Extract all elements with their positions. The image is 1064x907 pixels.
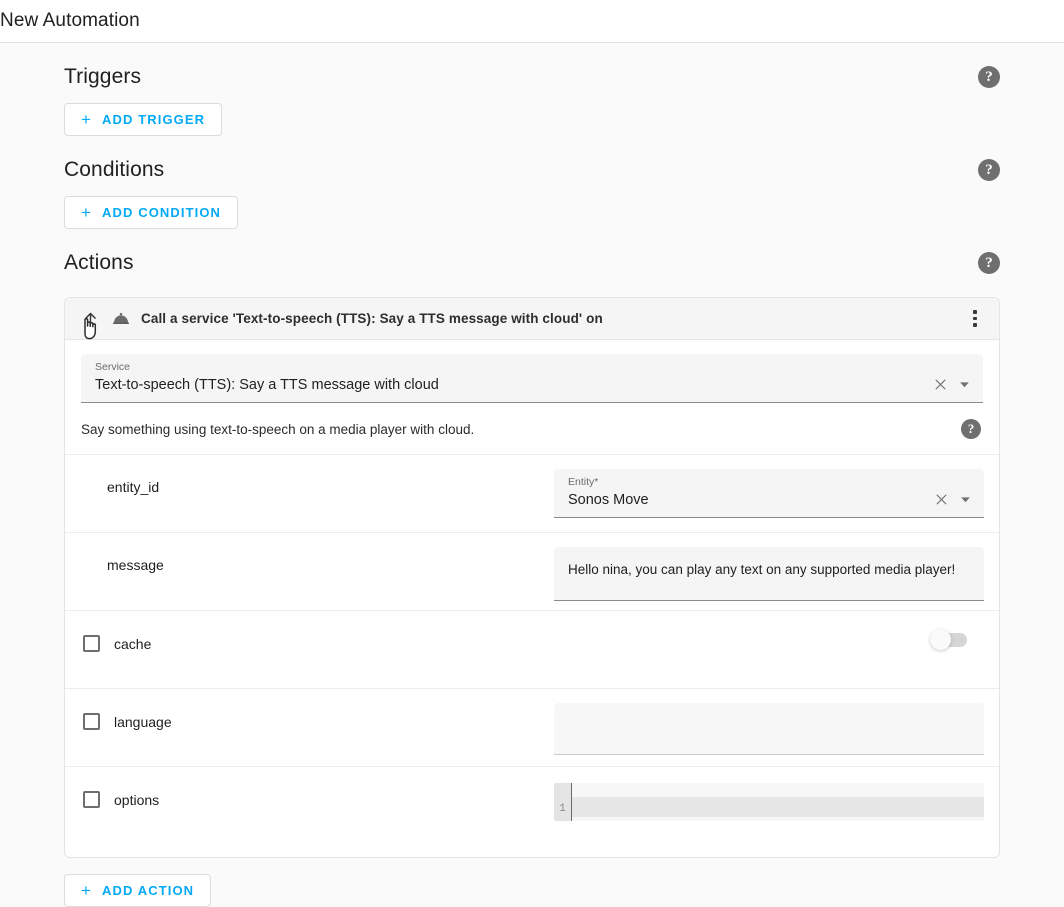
param-name-language: language	[114, 714, 172, 730]
code-content-area[interactable]	[572, 783, 984, 821]
plus-icon: +	[81, 882, 92, 899]
kebab-dot	[973, 310, 977, 314]
entity-field-value: Sonos Move	[568, 491, 924, 510]
actions-heading: Actions	[64, 251, 134, 275]
param-enable-checkbox-options[interactable]	[83, 791, 100, 808]
add-condition-button[interactable]: + ADD CONDITION	[64, 196, 238, 229]
param-enable-checkbox-language[interactable]	[83, 713, 100, 730]
param-label-cell: cache	[79, 611, 554, 652]
param-label-cell: options	[79, 767, 554, 808]
action-card: Call a service 'Text-to-speech (TTS): Sa…	[64, 297, 1000, 858]
add-action-button[interactable]: + ADD ACTION	[64, 874, 211, 907]
toggle-knob	[930, 629, 951, 650]
page-body: Triggers ? + ADD TRIGGER Conditions ? + …	[0, 43, 1064, 903]
entity-field-label: Entity*	[568, 476, 924, 489]
service-field-value: Text-to-speech (TTS): Say a TTS message …	[95, 376, 923, 395]
param-name-cache: cache	[114, 636, 151, 652]
param-control-cell: Hello nina, you can play any text on any…	[554, 533, 985, 601]
plus-icon: +	[81, 111, 92, 128]
entity-field-actions	[934, 492, 972, 510]
language-text-field[interactable]	[554, 703, 984, 755]
param-label-cell: language	[79, 689, 554, 730]
param-name-entity-id: entity_id	[107, 479, 159, 495]
chevron-down-icon[interactable]	[959, 493, 972, 506]
service-field-label: Service	[95, 361, 923, 374]
service-field-zone: Service Text-to-speech (TTS): Say a TTS …	[65, 340, 999, 403]
param-label-cell: message	[79, 533, 554, 573]
add-trigger-button[interactable]: + ADD TRIGGER	[64, 103, 222, 136]
param-control-cell	[554, 611, 985, 647]
conditions-section-header: Conditions ?	[64, 150, 1000, 190]
service-field-actions	[933, 377, 971, 395]
param-row-options: options 1	[65, 767, 999, 857]
triggers-heading: Triggers	[64, 65, 141, 89]
cache-toggle-switch[interactable]	[933, 633, 967, 647]
chevron-down-icon[interactable]	[958, 378, 971, 391]
param-row-cache: cache	[65, 611, 999, 689]
help-circle-icon[interactable]: ?	[961, 419, 981, 439]
arrow-up-icon	[82, 310, 99, 327]
param-enable-checkbox-cache[interactable]	[83, 635, 100, 652]
param-label-cell: entity_id	[79, 455, 554, 495]
param-control-cell	[554, 689, 985, 755]
plus-icon: +	[81, 204, 92, 221]
add-trigger-label: ADD TRIGGER	[102, 112, 205, 127]
collapse-action-button[interactable]	[75, 304, 105, 334]
param-name-message: message	[107, 557, 164, 573]
close-icon[interactable]	[933, 377, 948, 392]
param-row-language: language	[65, 689, 999, 767]
help-circle-icon[interactable]: ?	[978, 159, 1000, 181]
service-dome-icon	[111, 309, 131, 329]
service-description-text: Say something using text-to-speech on a …	[81, 422, 474, 437]
conditions-heading: Conditions	[64, 158, 164, 182]
param-row-message: message Hello nina, you can play any tex…	[65, 533, 999, 611]
add-trigger-wrap: + ADD TRIGGER	[64, 103, 1000, 136]
content-column: Triggers ? + ADD TRIGGER Conditions ? + …	[64, 43, 1000, 907]
options-code-editor[interactable]: 1	[554, 783, 984, 821]
more-vertical-icon[interactable]	[961, 305, 989, 333]
param-row-entity-id: entity_id Entity* Sonos Move	[65, 455, 999, 533]
add-condition-wrap: + ADD CONDITION	[64, 196, 1000, 229]
param-control-cell: 1	[554, 767, 985, 821]
app-bar: New Automation	[0, 0, 1064, 43]
kebab-dot	[973, 323, 977, 327]
service-field-inner: Service Text-to-speech (TTS): Say a TTS …	[95, 361, 923, 395]
close-icon[interactable]	[934, 492, 949, 507]
page-title: New Automation	[0, 10, 140, 32]
add-action-label: ADD ACTION	[102, 883, 194, 898]
param-control-cell: Entity* Sonos Move	[554, 455, 985, 518]
action-card-header: Call a service 'Text-to-speech (TTS): Sa…	[65, 298, 999, 340]
code-gutter-line-number: 1	[554, 783, 572, 821]
add-condition-label: ADD CONDITION	[102, 205, 221, 220]
action-card-title: Call a service 'Text-to-speech (TTS): Sa…	[141, 311, 603, 326]
service-field[interactable]: Service Text-to-speech (TTS): Say a TTS …	[81, 354, 983, 403]
help-circle-icon[interactable]: ?	[978, 252, 1000, 274]
param-name-options: options	[114, 792, 159, 808]
code-active-line-highlight	[572, 797, 984, 817]
entity-field-inner: Entity* Sonos Move	[568, 476, 924, 510]
entity-picker-field[interactable]: Entity* Sonos Move	[554, 469, 984, 518]
actions-section-header: Actions ?	[64, 243, 1000, 283]
help-circle-icon[interactable]: ?	[978, 66, 1000, 88]
service-description-row: Say something using text-to-speech on a …	[65, 403, 999, 455]
add-action-wrap: + ADD ACTION	[64, 874, 1000, 907]
triggers-section-header: Triggers ?	[64, 57, 1000, 97]
message-textarea[interactable]: Hello nina, you can play any text on any…	[554, 547, 984, 601]
kebab-dot	[973, 317, 977, 321]
